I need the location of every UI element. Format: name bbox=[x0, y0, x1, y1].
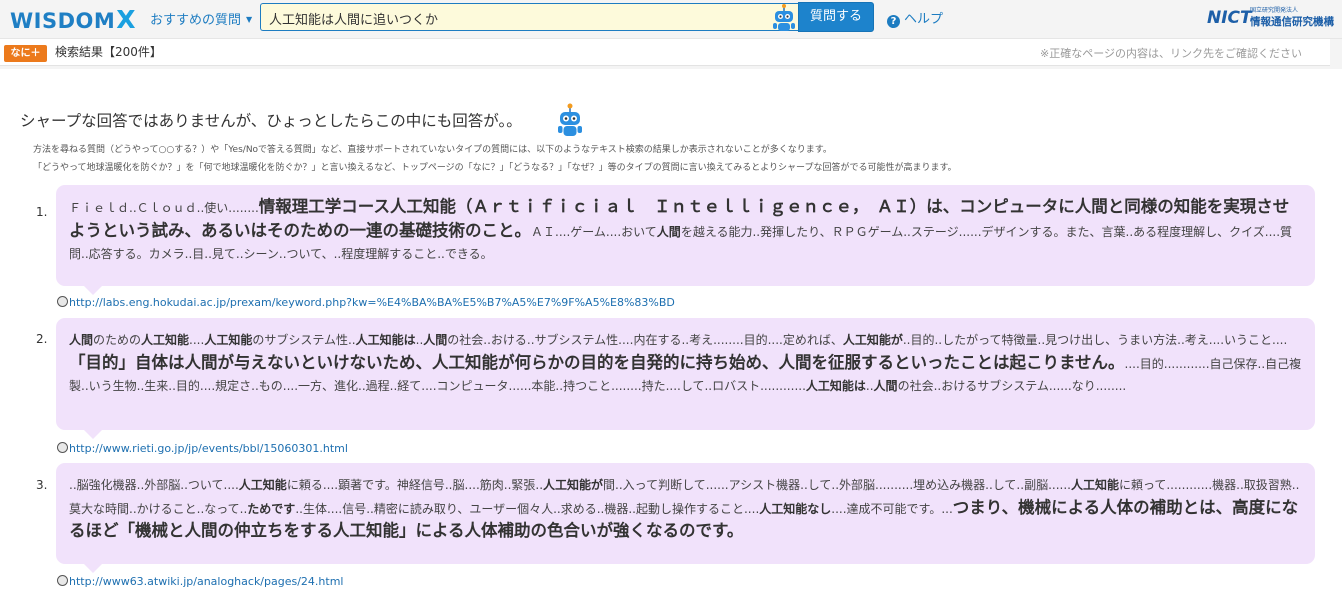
keyword-match: 人工知能 bbox=[204, 333, 253, 347]
result-snippet: ..脳強化機器..外部脳..ついて....人工知能に頼る....顕著です。神経信… bbox=[56, 463, 1315, 564]
wisdom-x-logo[interactable]: WISDOMX bbox=[10, 5, 137, 34]
result-subbar: なに＋ 検索結果【200件】 ※正確なページの内容は、リンク先をご確認ください bbox=[0, 39, 1342, 69]
globe-icon bbox=[57, 575, 68, 586]
keyword-match: 人工知能 bbox=[238, 478, 287, 492]
recommended-questions-dropdown[interactable]: おすすめの質問 ▼ bbox=[150, 9, 252, 28]
robot-mascot-icon bbox=[558, 103, 582, 136]
intro-heading: シャープな回答ではありませんが、ひょっとしたらこの中にも回答が。。 bbox=[20, 112, 522, 130]
logo-text: WISDOM bbox=[10, 9, 116, 33]
result-count: 検索結果【200件】 bbox=[55, 45, 162, 59]
result-url: http://www63.atwiki.jp/analoghack/pages/… bbox=[69, 575, 344, 588]
keyword-match: 人工知能なし bbox=[759, 501, 832, 516]
bubble-tail bbox=[84, 286, 102, 295]
keyword-match: 人工知能 bbox=[1070, 478, 1119, 492]
help-label: ヘルプ bbox=[904, 12, 944, 27]
question-circle-icon: ? bbox=[887, 15, 900, 28]
result-url: http://www.rieti.go.jp/jp/events/bbl/150… bbox=[69, 442, 348, 455]
result-number: 3. bbox=[36, 478, 48, 492]
help-link[interactable]: ? ヘルプ bbox=[887, 8, 943, 28]
recommended-questions-label: おすすめの質問 bbox=[150, 13, 242, 28]
globe-icon bbox=[57, 442, 68, 453]
result-link[interactable]: http://www63.atwiki.jp/analoghack/pages/… bbox=[57, 575, 343, 588]
ask-question-button[interactable]: 質問する bbox=[798, 2, 874, 32]
snippet-text: の社会..おける..サブシステム性....内在する..考え........目的.… bbox=[447, 333, 843, 347]
snippet-text: Ｆｉｅｌｄ..Ｃｌｏｕｄ..使い........ bbox=[69, 201, 259, 215]
snippet-text: ＡＩ....ゲーム....おいて bbox=[531, 224, 657, 239]
snippet-text: のサブシステム性.. bbox=[252, 333, 356, 347]
snippet-text: のための bbox=[93, 333, 142, 347]
keyword-match: 人間 bbox=[656, 224, 681, 239]
result-snippet: Ｆｉｅｌｄ..Ｃｌｏｕｄ..使い........情報理工学コース人工知能（Ａｒｔ… bbox=[56, 185, 1315, 286]
logo-x: X bbox=[116, 5, 137, 34]
keyword-match: 人工知能が bbox=[842, 333, 903, 347]
intro-note-2: 「どうやって地球温暖化を防ぐか？」を「何で地球温暖化を防ぐか？」と言い換えるなど… bbox=[33, 163, 957, 173]
result-subbar-inner: なに＋ 検索結果【200件】 ※正確なページの内容は、リンク先をご確認ください bbox=[0, 39, 1330, 66]
result-url: http://labs.eng.hokudai.ac.jp/prexam/key… bbox=[69, 296, 675, 309]
keyword-match: 人工知能は bbox=[805, 379, 866, 393]
nict-org-name: 情報通信研究機構 bbox=[1250, 16, 1334, 28]
nict-logo[interactable]: NICT 国立研究開発法人 情報通信研究機構 bbox=[1207, 2, 1337, 34]
snippet-text: ..脳強化機器..外部脳..ついて.... bbox=[69, 478, 239, 492]
question-input[interactable] bbox=[267, 7, 761, 29]
robot-mascot-icon bbox=[773, 4, 795, 31]
nict-mark: NICT bbox=[1207, 8, 1252, 28]
result-link[interactable]: http://www.rieti.go.jp/jp/events/bbl/150… bbox=[57, 442, 348, 455]
nict-org-type: 国立研究開発法人 bbox=[1250, 7, 1299, 14]
keyword-match: 人間 bbox=[69, 333, 94, 347]
globe-icon bbox=[57, 296, 68, 307]
snippet-text: .. bbox=[865, 379, 874, 393]
search-box bbox=[260, 3, 798, 31]
snippet-text: の社会..おけるサブシステム......なり........ bbox=[897, 379, 1127, 393]
keyword-match: 人工知能 bbox=[141, 333, 190, 347]
snippet-text: に頼る....顕著です。神経信号..脳....筋肉..緊張.. bbox=[286, 478, 544, 492]
keyword-match: 人間 bbox=[873, 379, 898, 393]
accuracy-notice: ※正確なページの内容は、リンク先をご確認ください bbox=[1040, 47, 1302, 60]
keyword-match: 人間 bbox=[423, 333, 448, 347]
snippet-text: ....達成不可能です。... bbox=[831, 501, 953, 516]
top-header: WISDOMX おすすめの質問 ▼ 質問する ? ヘルプ NICT 国立研究開発法人… bbox=[0, 0, 1342, 39]
snippet-text: 間..入って判断して......アシスト機器..して..外部脳.........… bbox=[603, 478, 1071, 492]
keyword-match: 人工知能が bbox=[543, 478, 604, 492]
chevron-down-icon: ▼ bbox=[246, 15, 253, 24]
highlighted-answer: 「目的」自体は人間が与えないといけないため、人工知能が何らかの目的を自発的に持ち… bbox=[69, 352, 1125, 372]
snippet-text: ..生体....信号..精密に読み取り、ユーザー個々人..求める..機器..起動… bbox=[295, 501, 760, 516]
keyword-match: ためです bbox=[247, 501, 296, 516]
bubble-tail bbox=[84, 430, 102, 439]
result-number: 1. bbox=[36, 205, 48, 219]
intro-note-1: 方法を尋ねる質問（どうやって○○する？）や「Yes/Noで答える質問」など、直接… bbox=[33, 145, 832, 155]
bubble-tail bbox=[84, 564, 102, 573]
result-number: 2. bbox=[36, 332, 48, 346]
snippet-text: ..目的..したがって特徴量..見つけ出し、うまい方法..考え....いうこと.… bbox=[902, 333, 1288, 347]
keyword-match: 人工知能は bbox=[355, 333, 416, 347]
result-snippet: 人間のための人工知能....人工知能のサブシステム性..人工知能は..人間の社会… bbox=[56, 318, 1315, 430]
nani-plus-button[interactable]: なに＋ bbox=[4, 45, 47, 62]
snippet-text: .... bbox=[189, 333, 205, 347]
result-link[interactable]: http://labs.eng.hokudai.ac.jp/prexam/key… bbox=[57, 296, 675, 309]
